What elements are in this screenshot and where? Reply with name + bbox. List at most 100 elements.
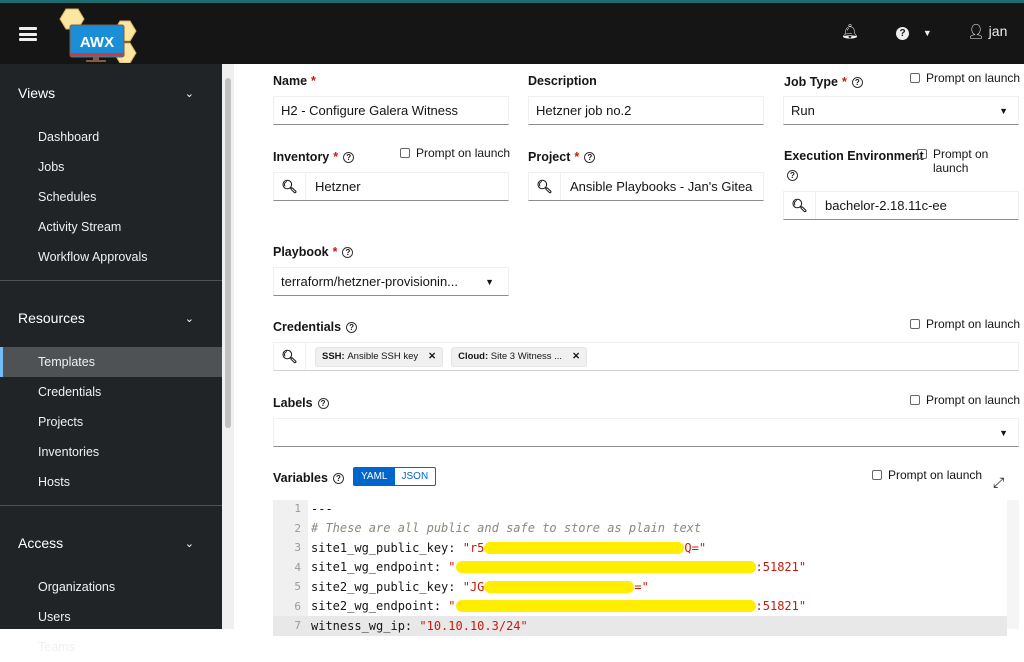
help-icon: ?	[343, 152, 355, 164]
sidebar-section-access[interactable]: Access ⌄	[0, 514, 222, 572]
credentials-label: Credentials?	[273, 320, 358, 334]
credentials-lookup[interactable]: 🔍︎ SSH: Ansible SSH key ✕ Cloud: Site 3 W…	[273, 342, 1019, 371]
code-key: ---	[311, 501, 333, 516]
ee-prompt-checkbox[interactable]: Prompt on launch	[917, 147, 988, 175]
name-label: Name *	[273, 74, 316, 88]
sidebar-section-resources[interactable]: Resources ⌄	[0, 289, 222, 347]
line-number: 2	[294, 521, 301, 535]
sidebar-divider	[0, 280, 222, 281]
sidebar-item-label: Activity Stream	[38, 220, 122, 234]
name-input[interactable]: H2 - Configure Galera Witness	[273, 96, 509, 125]
project-lookup[interactable]: 🔍︎ Ansible Playbooks - Jan's Gitea	[528, 172, 764, 201]
sidebar-item-label: Inventories	[38, 445, 100, 459]
execution-environment-lookup[interactable]: 🔍︎ bachelor-2.18.11c-ee	[783, 191, 1019, 220]
code-string: Q="	[684, 540, 707, 555]
remove-chip-icon[interactable]: ✕	[428, 351, 436, 362]
sidebar-item-jobs[interactable]: Jobs	[0, 152, 222, 182]
sidebar-item-label: Projects	[38, 415, 84, 429]
json-toggle-button[interactable]: JSON	[395, 468, 436, 485]
yaml-toggle-button[interactable]: YAML	[354, 468, 395, 485]
variables-format-toggle: YAML JSON	[353, 467, 437, 486]
caret-down-icon: ▼	[999, 105, 1008, 116]
labels-prompt-checkbox[interactable]: Prompt on launch	[910, 393, 1020, 407]
inventory-prompt-checkbox[interactable]: Prompt on launch	[400, 146, 510, 160]
editor-scrollbar[interactable]	[1007, 500, 1019, 629]
sidebar-item-users[interactable]: Users	[0, 602, 222, 632]
hamburger-menu-icon[interactable]	[19, 27, 37, 41]
sidebar-item-credentials[interactable]: Credentials	[0, 377, 222, 407]
sidebar-item-label: Organizations	[38, 580, 116, 594]
code-key: site1_wg_endpoint:	[311, 560, 449, 575]
inventory-lookup[interactable]: 🔍︎ Hetzner	[273, 172, 509, 201]
search-icon[interactable]: 🔍︎	[784, 192, 816, 219]
awx-logo[interactable]: AWX	[58, 7, 140, 64]
user-name: jan	[988, 23, 1008, 39]
sidebar-item-label: Templates	[38, 355, 95, 369]
line-number: 3	[294, 541, 301, 555]
sidebar-item-inventories[interactable]: Inventories	[0, 437, 222, 467]
sidebar-item-templates[interactable]: Templates	[0, 347, 222, 377]
code-line: 3 site1_wg_public_key: "r5 Q="	[273, 538, 706, 558]
redaction-mark	[484, 541, 685, 554]
search-icon[interactable]: 🔍︎	[529, 173, 561, 200]
playbook-select[interactable]: terraform/hetzner-provisionin... ▼	[273, 267, 509, 296]
sidebar-item-label: Users	[38, 610, 71, 624]
caret-down-icon: ▼	[485, 276, 494, 287]
line-number: 7	[294, 619, 301, 633]
code-key: site2_wg_endpoint:	[311, 599, 449, 614]
execution-environment-label: Execution Environment	[784, 149, 924, 163]
description-input[interactable]: Hetzner job no.2	[528, 96, 764, 125]
job-type-select[interactable]: Run ▼	[783, 96, 1019, 125]
job-type-prompt-checkbox[interactable]: Prompt on launch	[910, 71, 1020, 85]
sidebar-item-workflow-approvals[interactable]: Workflow Approvals	[0, 242, 222, 272]
sidebar-divider	[0, 505, 222, 506]
remove-chip-icon[interactable]: ✕	[572, 351, 580, 362]
code-string: ="	[634, 579, 649, 594]
sidebar-item-projects[interactable]: Projects	[0, 407, 222, 437]
search-icon[interactable]: 🔍︎	[274, 343, 306, 370]
variables-label: Variables?	[273, 471, 344, 485]
notifications-bell-icon[interactable]: 🔔︎	[841, 23, 859, 40]
sidebar-item-activity-stream[interactable]: Activity Stream	[0, 212, 222, 242]
sidebar: Views ⌄ Dashboard Jobs Schedules Activity Str…	[0, 64, 222, 654]
sidebar-item-dashboard[interactable]: Dashboard	[0, 122, 222, 152]
redaction-mark	[455, 561, 756, 574]
code-line: 2 # These are all public and safe to stor…	[273, 519, 701, 539]
code-string: "10.10.10.3/24"	[419, 618, 528, 633]
caret-down-icon: ▼	[922, 28, 932, 38]
project-label: Project *?	[528, 150, 596, 164]
labels-select[interactable]: ▼	[273, 418, 1019, 447]
code-line: 1 ---	[273, 499, 333, 519]
line-number: 4	[294, 560, 301, 574]
line-number: 1	[294, 502, 301, 516]
inventory-label: Inventory *?	[273, 150, 355, 164]
sidebar-section-views[interactable]: Views ⌄	[0, 64, 222, 122]
credentials-prompt-checkbox[interactable]: Prompt on launch	[910, 317, 1020, 331]
variables-prompt-checkbox[interactable]: Prompt on launch	[872, 468, 982, 482]
code-comment: # These are all public and safe to store…	[311, 521, 702, 536]
chevron-down-icon: ⌄	[184, 87, 194, 100]
credential-chip: Cloud: Site 3 Witness ... ✕	[451, 346, 588, 367]
sidebar-item-teams[interactable]: Teams	[0, 632, 222, 662]
help-icon: ?	[851, 77, 863, 89]
sidebar-item-hosts[interactable]: Hosts	[0, 467, 222, 497]
sidebar-scrollbar[interactable]	[222, 64, 234, 629]
code-string: "JG	[462, 579, 485, 594]
user-menu[interactable]: 👤︎ jan	[967, 23, 1007, 40]
sidebar-item-organizations[interactable]: Organizations	[0, 572, 222, 602]
line-number: 6	[294, 599, 301, 613]
search-icon[interactable]: 🔍︎	[274, 173, 306, 200]
expand-icon[interactable]: ⤢	[993, 474, 1004, 491]
sidebar-item-schedules[interactable]: Schedules	[0, 182, 222, 212]
help-icon: ?	[787, 170, 798, 181]
labels-label: Labels?	[273, 396, 329, 410]
sidebar-item-label: Credentials	[38, 385, 102, 399]
playbook-label: Playbook *?	[273, 245, 354, 259]
sidebar-item-label: Dashboard	[38, 130, 100, 144]
sidebar-item-label: Workflow Approvals	[38, 250, 148, 264]
code-string: :51821"	[755, 560, 807, 575]
code-key: witness_wg_ip:	[311, 618, 420, 633]
help-dropdown[interactable]: ? ▼	[896, 23, 932, 40]
sidebar-item-label: Schedules	[38, 190, 97, 204]
variables-code-editor[interactable]: 1 --- 2 # These are all public and safe to …	[273, 499, 1019, 636]
